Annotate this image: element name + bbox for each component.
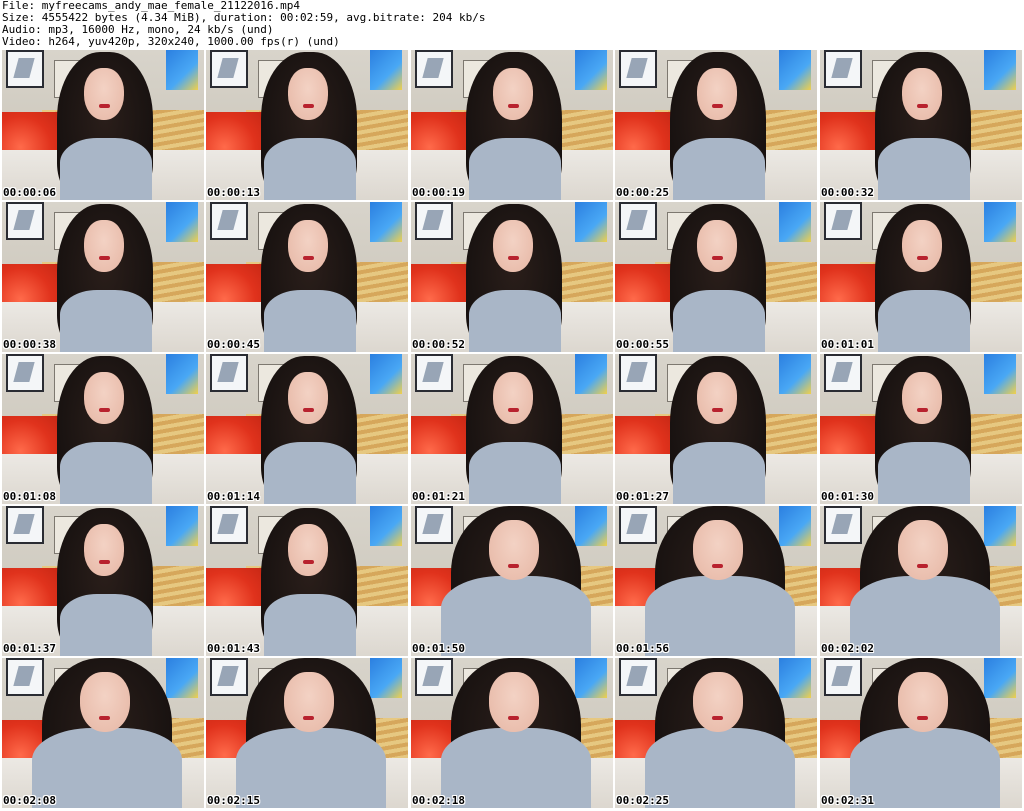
video-thumbnail: 00:00:55 [615, 202, 817, 352]
video-thumbnail: 00:02:15 [206, 658, 408, 808]
frame-timestamp: 00:01:08 [3, 490, 56, 503]
frame-timestamp: 00:02:31 [821, 794, 874, 807]
video-thumbnail: 00:01:01 [820, 202, 1022, 352]
video-frame-image [820, 506, 1022, 656]
frame-timestamp: 00:00:25 [616, 186, 669, 199]
video-thumbnail: 00:01:43 [206, 506, 408, 656]
frame-timestamp: 00:00:06 [3, 186, 56, 199]
video-thumbnail: 00:02:18 [411, 658, 613, 808]
frame-timestamp: 00:01:21 [412, 490, 465, 503]
video-frame-image [2, 202, 204, 352]
frame-timestamp: 00:02:25 [616, 794, 669, 807]
frame-timestamp: 00:00:32 [821, 186, 874, 199]
frame-timestamp: 00:01:37 [3, 642, 56, 655]
video-thumbnail: 00:00:06 [2, 50, 204, 200]
frame-timestamp: 00:02:18 [412, 794, 465, 807]
video-frame-image [615, 354, 817, 504]
frame-timestamp: 00:01:50 [412, 642, 465, 655]
video-thumbnail: 00:02:08 [2, 658, 204, 808]
video-thumbnail: 00:00:38 [2, 202, 204, 352]
video-thumbnail: 00:02:25 [615, 658, 817, 808]
video-frame-image [206, 658, 408, 808]
video-frame-image [820, 354, 1022, 504]
video-frame-image [206, 506, 408, 656]
frame-timestamp: 00:01:56 [616, 642, 669, 655]
video-frame-image [411, 658, 613, 808]
video-frame-image [2, 658, 204, 808]
video-thumbnail: 00:01:27 [615, 354, 817, 504]
frame-timestamp: 00:00:52 [412, 338, 465, 351]
video-thumbnail: 00:00:25 [615, 50, 817, 200]
video-thumbnail: 00:02:31 [820, 658, 1022, 808]
video-frame-image [411, 354, 613, 504]
frame-timestamp: 00:01:01 [821, 338, 874, 351]
frame-timestamp: 00:00:45 [207, 338, 260, 351]
frame-timestamp: 00:01:27 [616, 490, 669, 503]
video-thumbnail: 00:01:50 [411, 506, 613, 656]
frame-timestamp: 00:00:38 [3, 338, 56, 351]
video-frame-image [2, 354, 204, 504]
video-frame-image [820, 50, 1022, 200]
video-frame-image [411, 50, 613, 200]
video-info-line: Video: h264, yuv420p, 320x240, 1000.00 f… [2, 35, 340, 48]
video-frame-image [2, 50, 204, 200]
video-frame-image [411, 202, 613, 352]
frame-timestamp: 00:02:08 [3, 794, 56, 807]
video-frame-image [206, 50, 408, 200]
video-frame-image [820, 658, 1022, 808]
file-info-header: File: myfreecams_andy_mae_female_2112201… [2, 0, 1022, 48]
video-frame-image [411, 506, 613, 656]
video-thumbnail: 00:01:14 [206, 354, 408, 504]
frame-timestamp: 00:00:19 [412, 186, 465, 199]
video-thumbnail: 00:00:32 [820, 50, 1022, 200]
frame-timestamp: 00:01:43 [207, 642, 260, 655]
video-thumbnail: 00:00:45 [206, 202, 408, 352]
video-frame-image [615, 658, 817, 808]
video-frame-image [206, 354, 408, 504]
video-frame-image [615, 50, 817, 200]
video-frame-image [206, 202, 408, 352]
frame-timestamp: 00:00:13 [207, 186, 260, 199]
video-thumbnail: 00:01:30 [820, 354, 1022, 504]
video-thumbnail: 00:01:08 [2, 354, 204, 504]
video-frame-image [820, 202, 1022, 352]
video-frame-image [615, 202, 817, 352]
frame-timestamp: 00:00:55 [616, 338, 669, 351]
video-frame-image [2, 506, 204, 656]
video-thumbnail: 00:01:37 [2, 506, 204, 656]
video-frame-image [615, 506, 817, 656]
video-thumbnail: 00:01:56 [615, 506, 817, 656]
frame-timestamp: 00:02:02 [821, 642, 874, 655]
video-thumbnail: 00:00:13 [206, 50, 408, 200]
video-thumbnail: 00:02:02 [820, 506, 1022, 656]
video-thumbnail: 00:00:52 [411, 202, 613, 352]
frame-timestamp: 00:02:15 [207, 794, 260, 807]
thumbnail-grid: 00:00:06 00:00:13 00:00:19 00:00:25 00:00:32… [2, 50, 1024, 809]
frame-timestamp: 00:01:30 [821, 490, 874, 503]
video-thumbnail: 00:01:21 [411, 354, 613, 504]
frame-timestamp: 00:01:14 [207, 490, 260, 503]
video-thumbnail: 00:00:19 [411, 50, 613, 200]
